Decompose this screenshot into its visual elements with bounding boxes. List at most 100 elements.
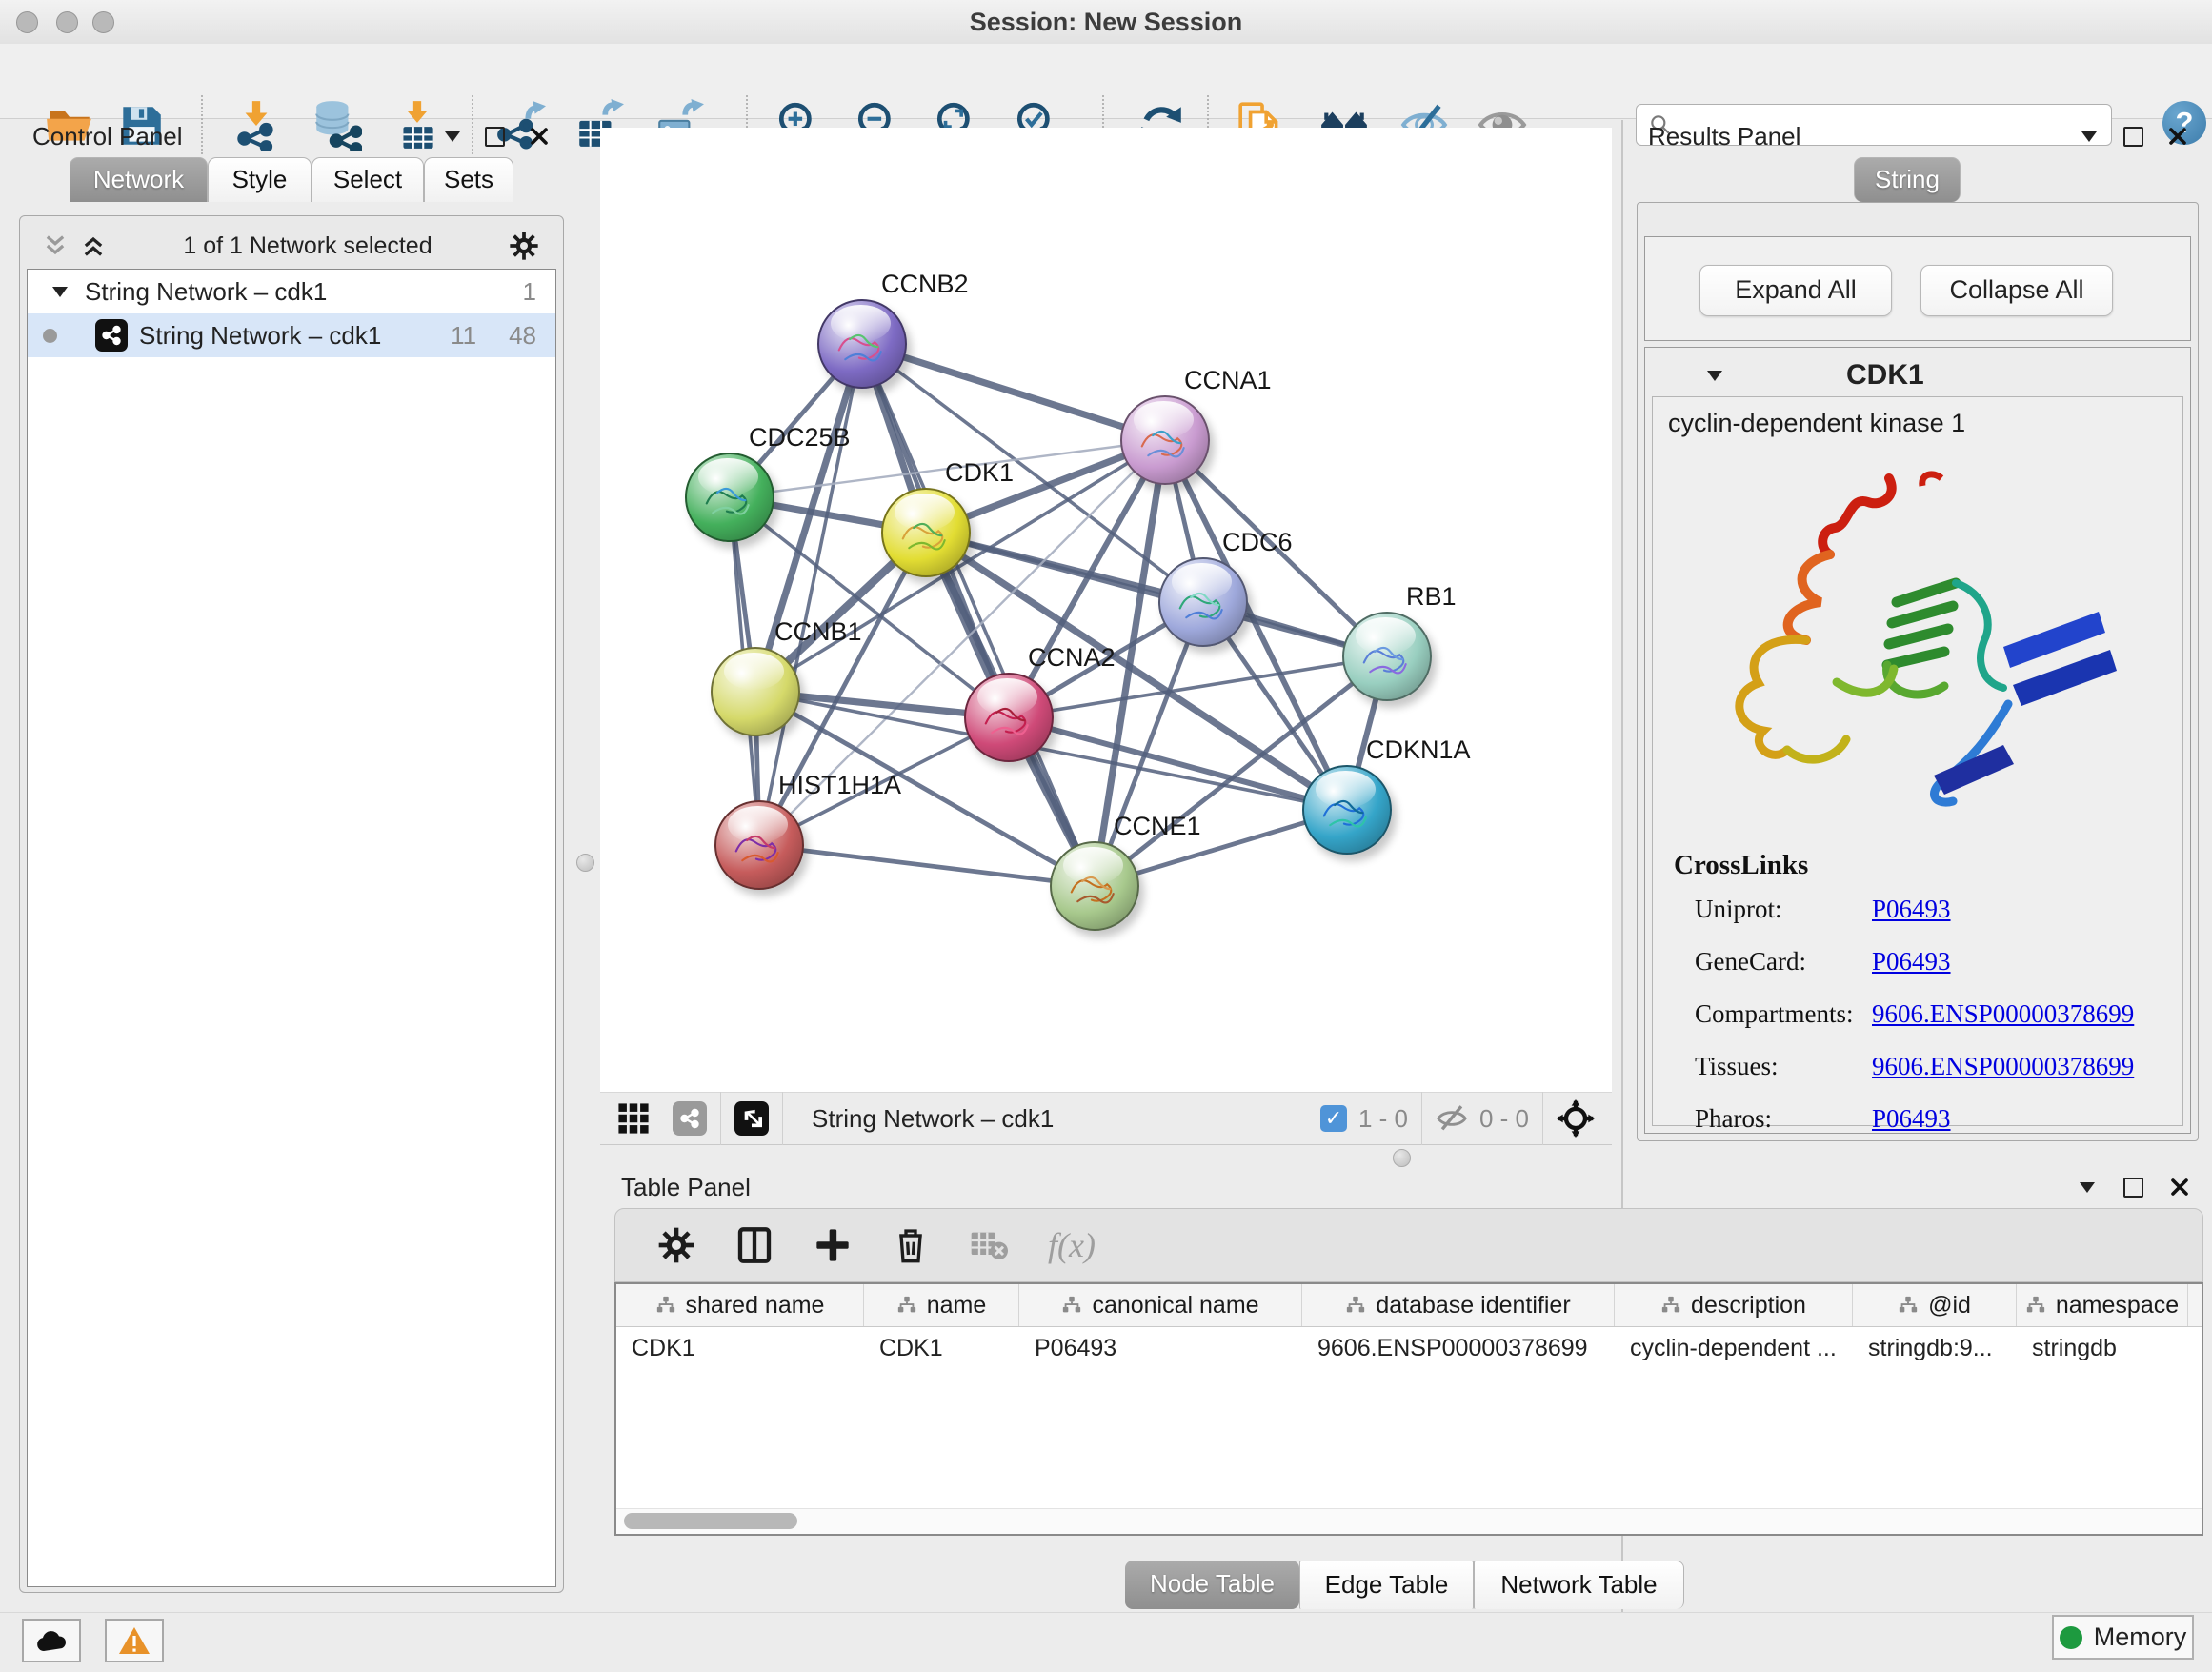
network-edge-CCNB2-CCNA1[interactable] <box>862 344 1165 440</box>
network-node-CCNE1[interactable] <box>1050 841 1139 931</box>
collection-expand-icon[interactable] <box>52 287 68 297</box>
table-panel-close-icon[interactable] <box>2168 1176 2191 1199</box>
show-column-icon[interactable] <box>735 1226 774 1264</box>
results-panel-float-icon[interactable] <box>2123 127 2143 147</box>
network-label: String Network – cdk1 <box>139 321 381 351</box>
network-node-CDC25B[interactable] <box>685 453 774 542</box>
gene-section-header[interactable]: CDK1 <box>1644 354 2191 396</box>
center-view-target-icon[interactable] <box>1557 1099 1595 1138</box>
tab-style[interactable]: Style <box>208 157 312 202</box>
column-header-namespace[interactable]: namespace <box>2017 1284 2188 1326</box>
table-panel-menu-icon[interactable] <box>2080 1182 2095 1193</box>
collapse-all-networks-icon[interactable] <box>42 232 69 259</box>
column-header-canonical-name[interactable]: canonical name <box>1019 1284 1302 1326</box>
network-options-gear-icon[interactable] <box>509 231 539 261</box>
tab-edge-table[interactable]: Edge Table <box>1299 1561 1474 1609</box>
protein-structure-image <box>1694 461 2142 833</box>
control-panel-menu-icon[interactable] <box>445 131 460 142</box>
table-settings-gear-icon[interactable] <box>657 1226 695 1264</box>
table-panel-float-icon[interactable] <box>2123 1178 2143 1198</box>
crosslink-value-link[interactable]: P06493 <box>1872 895 1951 924</box>
column-header-database-identifier[interactable]: database identifier <box>1302 1284 1615 1326</box>
crosslink-value-link[interactable]: 9606.ENSP00000378699 <box>1872 1052 2134 1081</box>
node-structure-thumbnail <box>976 688 1043 755</box>
crosslink-value-link[interactable]: 9606.ENSP00000378699 <box>1872 999 2134 1029</box>
column-header-shared-name[interactable]: shared name <box>616 1284 864 1326</box>
network-view-share-icon[interactable] <box>673 1101 707 1136</box>
results-panel-menu-icon[interactable] <box>2081 131 2097 142</box>
network-node-HIST1H1A[interactable] <box>714 800 804 890</box>
collapse-all-button[interactable]: Collapse All <box>1920 265 2113 316</box>
tab-network[interactable]: Network <box>70 157 208 202</box>
main-toolbar: ? <box>0 44 2212 119</box>
node-structure-thumbnail <box>1133 411 1199 477</box>
birds-eye-view-icon[interactable] <box>734 1101 769 1136</box>
cloud-status-button[interactable] <box>22 1619 81 1662</box>
table-cell[interactable]: 9606.ENSP00000378699 <box>1302 1327 1615 1369</box>
crosslink-label: Uniprot: <box>1695 895 1872 924</box>
node-label-CCNE1: CCNE1 <box>1114 812 1201 841</box>
crosslink-value-link[interactable]: P06493 <box>1872 947 1951 977</box>
network-row-selected[interactable]: String Network – cdk1 11 48 <box>28 313 555 357</box>
control-panel-close-icon[interactable] <box>528 125 551 148</box>
expand-all-button[interactable]: Expand All <box>1699 265 1892 316</box>
control-panel-float-icon[interactable] <box>485 127 505 147</box>
network-node-CCNB2[interactable] <box>817 299 907 389</box>
warning-status-button[interactable] <box>105 1619 164 1662</box>
hidden-eye-slash-icon[interactable] <box>1436 1102 1468 1135</box>
memory-status-dot <box>2060 1626 2082 1649</box>
tab-sets[interactable]: Sets <box>424 157 513 202</box>
network-node-RB1[interactable] <box>1342 612 1432 701</box>
network-node-CDK1[interactable] <box>881 488 971 577</box>
network-edge-CCNB2-CCNE1[interactable] <box>862 344 1095 886</box>
node-label-CCNA1: CCNA1 <box>1184 366 1272 395</box>
crosslink-row: Pharos:P06493 <box>1695 1104 2182 1134</box>
network-panel-toolbar: 1 of 1 Network selected <box>27 227 556 265</box>
tab-select[interactable]: Select <box>312 157 424 202</box>
results-panel-close-icon[interactable] <box>2166 125 2189 148</box>
network-collection-row[interactable]: String Network – cdk1 1 <box>28 270 555 313</box>
table-cell[interactable]: stringdb <box>2017 1327 2188 1369</box>
table-cell[interactable]: cyclin-dependent ... <box>1615 1327 1853 1369</box>
grid-view-icon[interactable] <box>617 1102 650 1135</box>
network-list: String Network – cdk1 1 String Network –… <box>27 269 556 1587</box>
delete-column-icon[interactable] <box>892 1226 930 1264</box>
column-header-name[interactable]: name <box>864 1284 1019 1326</box>
tab-network-table[interactable]: Network Table <box>1474 1561 1684 1609</box>
gene-name: CDK1 <box>1846 359 1924 392</box>
results-panel-header: Results Panel <box>1631 120 2202 152</box>
network-edge-HIST1H1A-CCNE1[interactable] <box>759 845 1095 886</box>
column-header-@id[interactable]: @id <box>1853 1284 2017 1326</box>
selected-checkbox-icon[interactable]: ✓ <box>1320 1105 1347 1132</box>
column-tree-icon <box>655 1295 676 1316</box>
crosslink-row: Tissues:9606.ENSP00000378699 <box>1695 1052 2182 1081</box>
control-panel-header: Control Panel <box>11 120 570 152</box>
table-cell[interactable]: CDK1 <box>616 1327 864 1369</box>
network-canvas[interactable]: CCNB2CCNA1CDC25BCDK1CDC6RB1CCNB1CCNA2CDK… <box>600 128 1612 1092</box>
memory-button[interactable]: Memory <box>2052 1615 2194 1660</box>
left-splitter-handle[interactable] <box>576 854 594 872</box>
table-cell[interactable]: CDK1 <box>864 1327 1019 1369</box>
table-cell[interactable]: stringdb:9... <box>1853 1327 2017 1369</box>
table-cell[interactable]: P06493 <box>1019 1327 1302 1369</box>
network-node-CCNA1[interactable] <box>1120 395 1210 485</box>
network-view-toolbar: String Network – cdk1 ✓ 1 - 0 0 - 0 <box>600 1092 1612 1145</box>
network-node-CDKN1A[interactable] <box>1302 765 1392 855</box>
tab-node-table[interactable]: Node Table <box>1125 1561 1299 1609</box>
create-column-icon[interactable] <box>814 1226 852 1264</box>
horizontal-scrollbar[interactable] <box>616 1508 2202 1534</box>
gene-collapse-icon[interactable] <box>1707 371 1722 381</box>
expand-all-networks-icon[interactable] <box>80 232 107 259</box>
column-header-description[interactable]: description <box>1615 1284 1853 1326</box>
column-tree-icon <box>1660 1295 1681 1316</box>
network-node-CCNB1[interactable] <box>711 647 800 736</box>
network-edge-CCNA2-CDKN1A[interactable] <box>1009 717 1347 810</box>
bottom-splitter-handle[interactable] <box>1393 1149 1411 1167</box>
toolbar-separator <box>720 1092 721 1145</box>
network-node-CDC6[interactable] <box>1158 557 1248 647</box>
network-node-CCNA2[interactable] <box>964 673 1054 762</box>
table-row[interactable]: CDK1CDK1P064939606.ENSP00000378699cyclin… <box>616 1327 2202 1369</box>
scrollbar-thumb[interactable] <box>624 1513 797 1529</box>
crosslink-value-link[interactable]: P06493 <box>1872 1104 1951 1134</box>
tab-string[interactable]: String <box>1854 157 1961 202</box>
